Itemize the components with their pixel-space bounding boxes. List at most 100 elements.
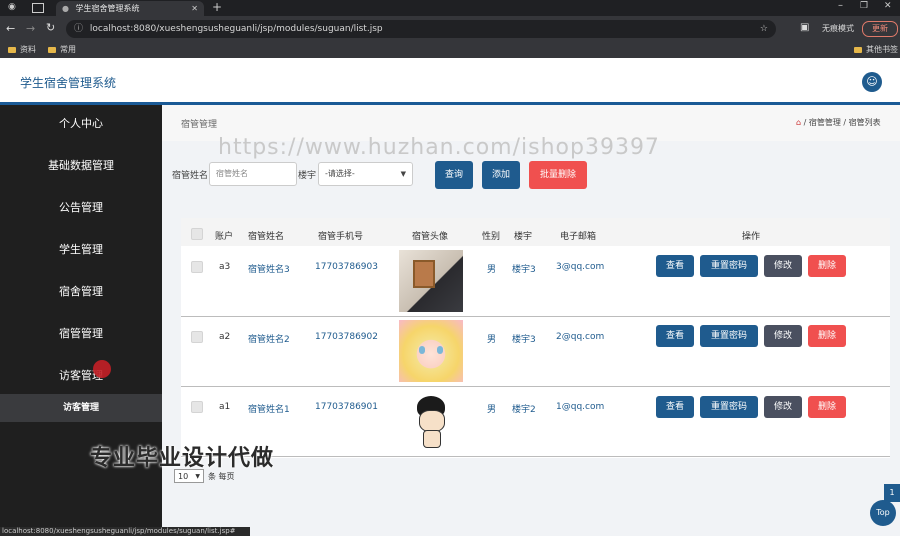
sidebar-item-dorm-managers[interactable]: 宿管管理 bbox=[0, 315, 162, 357]
new-tab-icon[interactable]: + bbox=[212, 0, 222, 14]
cell-name: 宿管姓名2 bbox=[248, 335, 290, 345]
breadcrumb-item[interactable]: 宿管管理 bbox=[809, 118, 841, 127]
sidebar-item-personal-center[interactable]: 个人中心 bbox=[0, 105, 162, 147]
cell-gender: 男 bbox=[487, 335, 497, 345]
folder-icon bbox=[8, 46, 16, 53]
row-divider bbox=[181, 316, 890, 317]
bookmarks-bar: 资料 常用 其他书签 bbox=[0, 42, 900, 58]
sidebar-subitem-visitors[interactable]: 访客管理 bbox=[0, 394, 162, 422]
building-selected: -请选择- bbox=[325, 169, 355, 178]
view-button[interactable]: 查看 bbox=[656, 255, 694, 277]
col-account: 账户 bbox=[215, 232, 234, 242]
chevron-down-icon: ▼ bbox=[195, 473, 200, 480]
anime-eye bbox=[419, 346, 425, 354]
tab-overview-icon[interactable] bbox=[32, 3, 44, 13]
url-text: localhost:8080/xueshengsusheguanli/jsp/m… bbox=[89, 24, 383, 34]
cell-building: 楼宇3 bbox=[512, 335, 536, 345]
reload-icon[interactable]: ↻ bbox=[46, 21, 55, 34]
tab-favicon-icon: ● bbox=[62, 4, 69, 13]
folder-icon bbox=[854, 46, 862, 53]
name-label: 宿管姓名 bbox=[172, 171, 209, 181]
update-button[interactable]: 更新 bbox=[862, 21, 898, 37]
cell-account: a2 bbox=[219, 332, 231, 342]
select-all-checkbox[interactable] bbox=[191, 228, 203, 240]
cell-email: 1@qq.com bbox=[556, 402, 605, 412]
close-tab-icon[interactable]: ✕ bbox=[191, 1, 198, 16]
avatar-image bbox=[399, 390, 463, 452]
sidebar-item-announcements[interactable]: 公告管理 bbox=[0, 189, 162, 231]
cartoon-body bbox=[423, 430, 441, 448]
cell-email: 3@qq.com bbox=[556, 262, 605, 272]
col-avatar: 宿管头像 bbox=[412, 232, 449, 242]
site-info-icon[interactable]: ⓘ bbox=[74, 24, 83, 34]
view-button[interactable]: 查看 bbox=[656, 396, 694, 418]
building-select[interactable]: -请选择- ▼ bbox=[318, 162, 413, 186]
cartoon-face bbox=[419, 410, 445, 432]
page-number-button[interactable]: 1 bbox=[884, 484, 900, 502]
batch-delete-button[interactable]: 批量删除 bbox=[529, 161, 587, 189]
sidebar-panel-icon[interactable]: ▣ bbox=[800, 22, 809, 33]
promo-caption: 专业毕业设计代做 bbox=[90, 446, 275, 471]
page-size-select[interactable]: 10 ▼ bbox=[174, 469, 204, 483]
row-divider bbox=[181, 386, 890, 387]
cell-building: 楼宇2 bbox=[512, 405, 536, 415]
per-page-label: 条 每页 bbox=[208, 472, 235, 481]
bookmark-star-icon[interactable]: ☆ bbox=[760, 20, 768, 38]
query-button[interactable]: 查询 bbox=[435, 161, 473, 189]
sidebar-item-visitors[interactable]: 访客管理 bbox=[0, 357, 162, 399]
row-checkbox[interactable] bbox=[191, 401, 203, 413]
tab-title: 学生宿舍管理系统 bbox=[75, 4, 140, 13]
reset-password-button[interactable]: 重置密码 bbox=[700, 255, 758, 277]
delete-button[interactable]: 删除 bbox=[808, 255, 846, 277]
back-icon[interactable]: ← bbox=[6, 22, 15, 35]
sidebar-item-dormitories[interactable]: 宿舍管理 bbox=[0, 273, 162, 315]
forward-icon[interactable]: → bbox=[26, 22, 35, 35]
delete-button[interactable]: 删除 bbox=[808, 325, 846, 347]
cell-phone: 17703786901 bbox=[315, 402, 378, 412]
restore-icon[interactable]: ❐ bbox=[860, 1, 868, 11]
cell-email: 2@qq.com bbox=[556, 332, 605, 342]
user-avatar-icon[interactable]: ☺ bbox=[862, 72, 882, 92]
sidebar-item-basic-data[interactable]: 基础数据管理 bbox=[0, 147, 162, 189]
reset-password-button[interactable]: 重置密码 bbox=[700, 396, 758, 418]
edit-button[interactable]: 修改 bbox=[764, 255, 802, 277]
col-gender: 性别 bbox=[482, 232, 501, 242]
close-window-icon[interactable]: ✕ bbox=[884, 1, 892, 11]
cell-account: a3 bbox=[219, 262, 231, 272]
minimize-icon[interactable]: – bbox=[838, 0, 843, 11]
bookmark-item[interactable]: 常用 bbox=[48, 42, 76, 58]
browser-menu-icon[interactable]: ◉ bbox=[8, 2, 16, 12]
avatar-image bbox=[399, 250, 463, 312]
sidebar-item-students[interactable]: 学生管理 bbox=[0, 231, 162, 273]
edit-button[interactable]: 修改 bbox=[764, 396, 802, 418]
avatar-image bbox=[399, 320, 463, 382]
col-actions: 操作 bbox=[742, 232, 761, 242]
add-button[interactable]: 添加 bbox=[482, 161, 520, 189]
delete-button[interactable]: 删除 bbox=[808, 396, 846, 418]
home-icon[interactable]: ⌂ bbox=[796, 118, 801, 127]
watermark: https://www.huzhan.com/ishop39397 bbox=[218, 135, 660, 160]
row-divider bbox=[181, 456, 890, 457]
row-checkbox[interactable] bbox=[191, 331, 203, 343]
building-label: 楼宇 bbox=[298, 171, 317, 181]
browser-tab[interactable]: ● 学生宿舍管理系统 ✕ bbox=[56, 1, 204, 16]
incognito-label[interactable]: 无痕模式 bbox=[822, 23, 854, 34]
edit-button[interactable]: 修改 bbox=[764, 325, 802, 347]
url-field[interactable]: ⓘ localhost:8080/xueshengsusheguanli/jsp… bbox=[66, 20, 776, 38]
app-title: 学生宿舍管理系统 bbox=[20, 76, 117, 90]
bookmark-other[interactable]: 其他书签 bbox=[854, 42, 898, 58]
bookmark-item[interactable]: 资料 bbox=[8, 42, 36, 58]
cell-phone: 17703786902 bbox=[315, 332, 378, 342]
cell-gender: 男 bbox=[487, 405, 497, 415]
status-url: localhost:8080/xueshengsusheguanli/jsp/m… bbox=[0, 527, 250, 536]
chevron-down-icon: ▼ bbox=[400, 170, 406, 178]
name-input[interactable]: 宿管姓名 bbox=[209, 162, 297, 186]
reset-password-button[interactable]: 重置密码 bbox=[700, 325, 758, 347]
mouse-cursor-highlight bbox=[93, 360, 111, 378]
row-checkbox[interactable] bbox=[191, 261, 203, 273]
back-to-top-button[interactable]: Top bbox=[870, 500, 896, 526]
col-building: 楼宇 bbox=[514, 232, 533, 242]
frame-picture bbox=[413, 260, 435, 288]
view-button[interactable]: 查看 bbox=[656, 325, 694, 347]
cell-gender: 男 bbox=[487, 265, 497, 275]
